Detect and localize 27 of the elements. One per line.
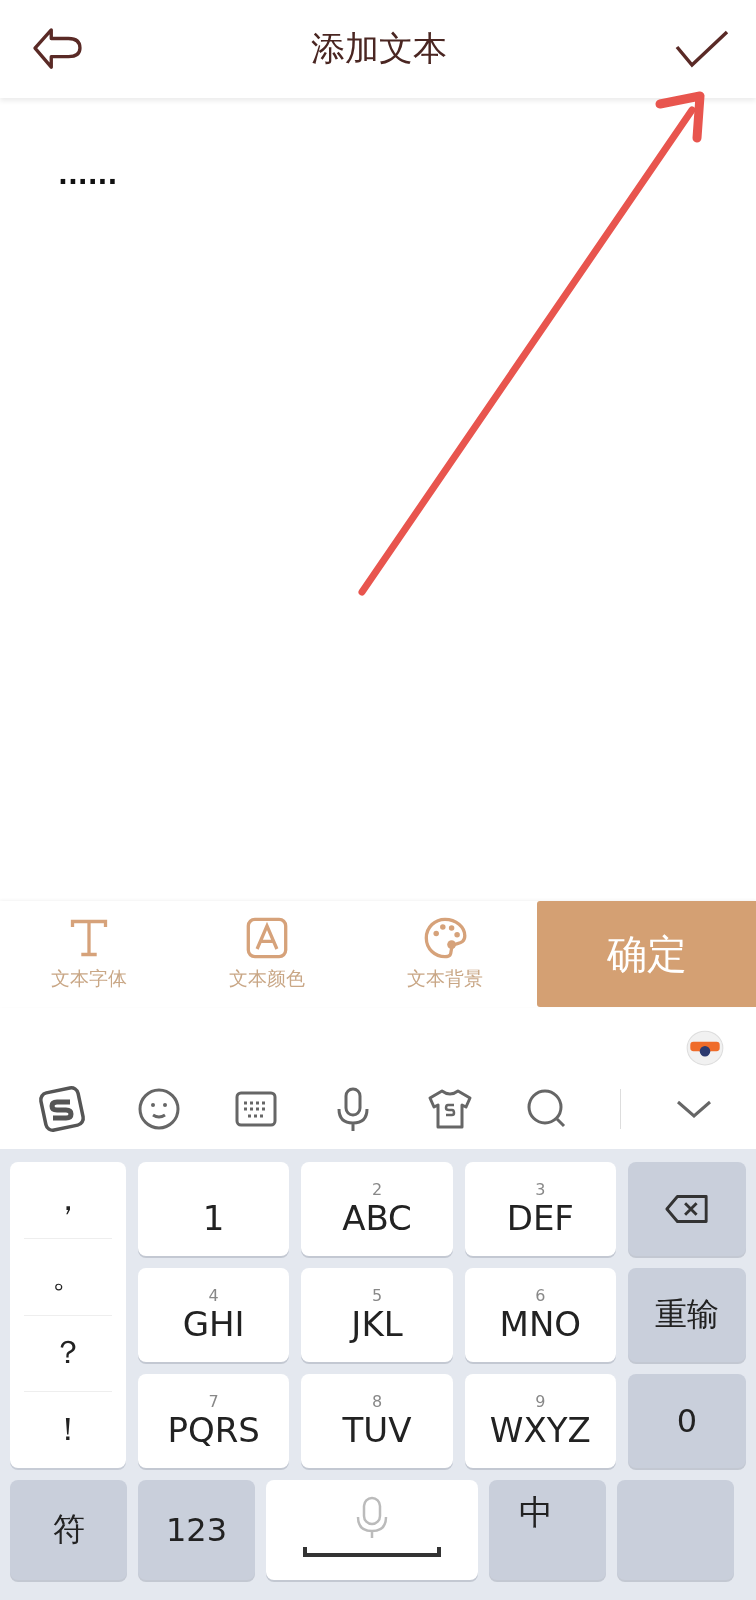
punctuation-key[interactable]: ，	[24, 1162, 112, 1239]
palette-icon	[423, 916, 467, 960]
text-input-field[interactable]: ......	[58, 160, 138, 190]
punctuation-key[interactable]: 。	[24, 1238, 112, 1316]
punctuation-key[interactable]: ？	[24, 1315, 112, 1393]
keyboard-key[interactable]: 123	[138, 1480, 255, 1580]
keyboard-key[interactable]: 符	[10, 1480, 127, 1580]
backspace-key[interactable]	[628, 1162, 746, 1256]
keyboard-key[interactable]: 4 GHI	[138, 1268, 290, 1362]
keyboard-key[interactable]: 1	[138, 1162, 290, 1256]
backspace-icon	[664, 1193, 710, 1225]
keyboard-key[interactable]: 8 TUV	[301, 1374, 453, 1468]
checkmark-icon[interactable]	[674, 29, 730, 69]
keyboard-key[interactable]: 重输	[628, 1268, 746, 1362]
keyboard-key[interactable]: 7 PQRS	[138, 1374, 290, 1468]
keyboard-key[interactable]: 2 ABC	[301, 1162, 453, 1256]
letter-a-icon	[245, 916, 289, 960]
keyboard-key[interactable]: 0	[628, 1374, 746, 1468]
punctuation-key[interactable]: ！	[24, 1392, 112, 1468]
page-title: 添加文本	[311, 27, 447, 70]
keyboard-key[interactable]: 3 DEF	[464, 1162, 616, 1256]
language-switch-key[interactable]: 中	[489, 1480, 606, 1580]
back-arrow-icon[interactable]	[30, 27, 84, 71]
keyboard-key[interactable]: 9 WXYZ	[464, 1374, 616, 1468]
keyboard-key[interactable]: 5 JKL	[301, 1268, 453, 1362]
keyboard-key[interactable]: 6 MNO	[464, 1268, 616, 1362]
space-key[interactable]	[266, 1480, 478, 1580]
